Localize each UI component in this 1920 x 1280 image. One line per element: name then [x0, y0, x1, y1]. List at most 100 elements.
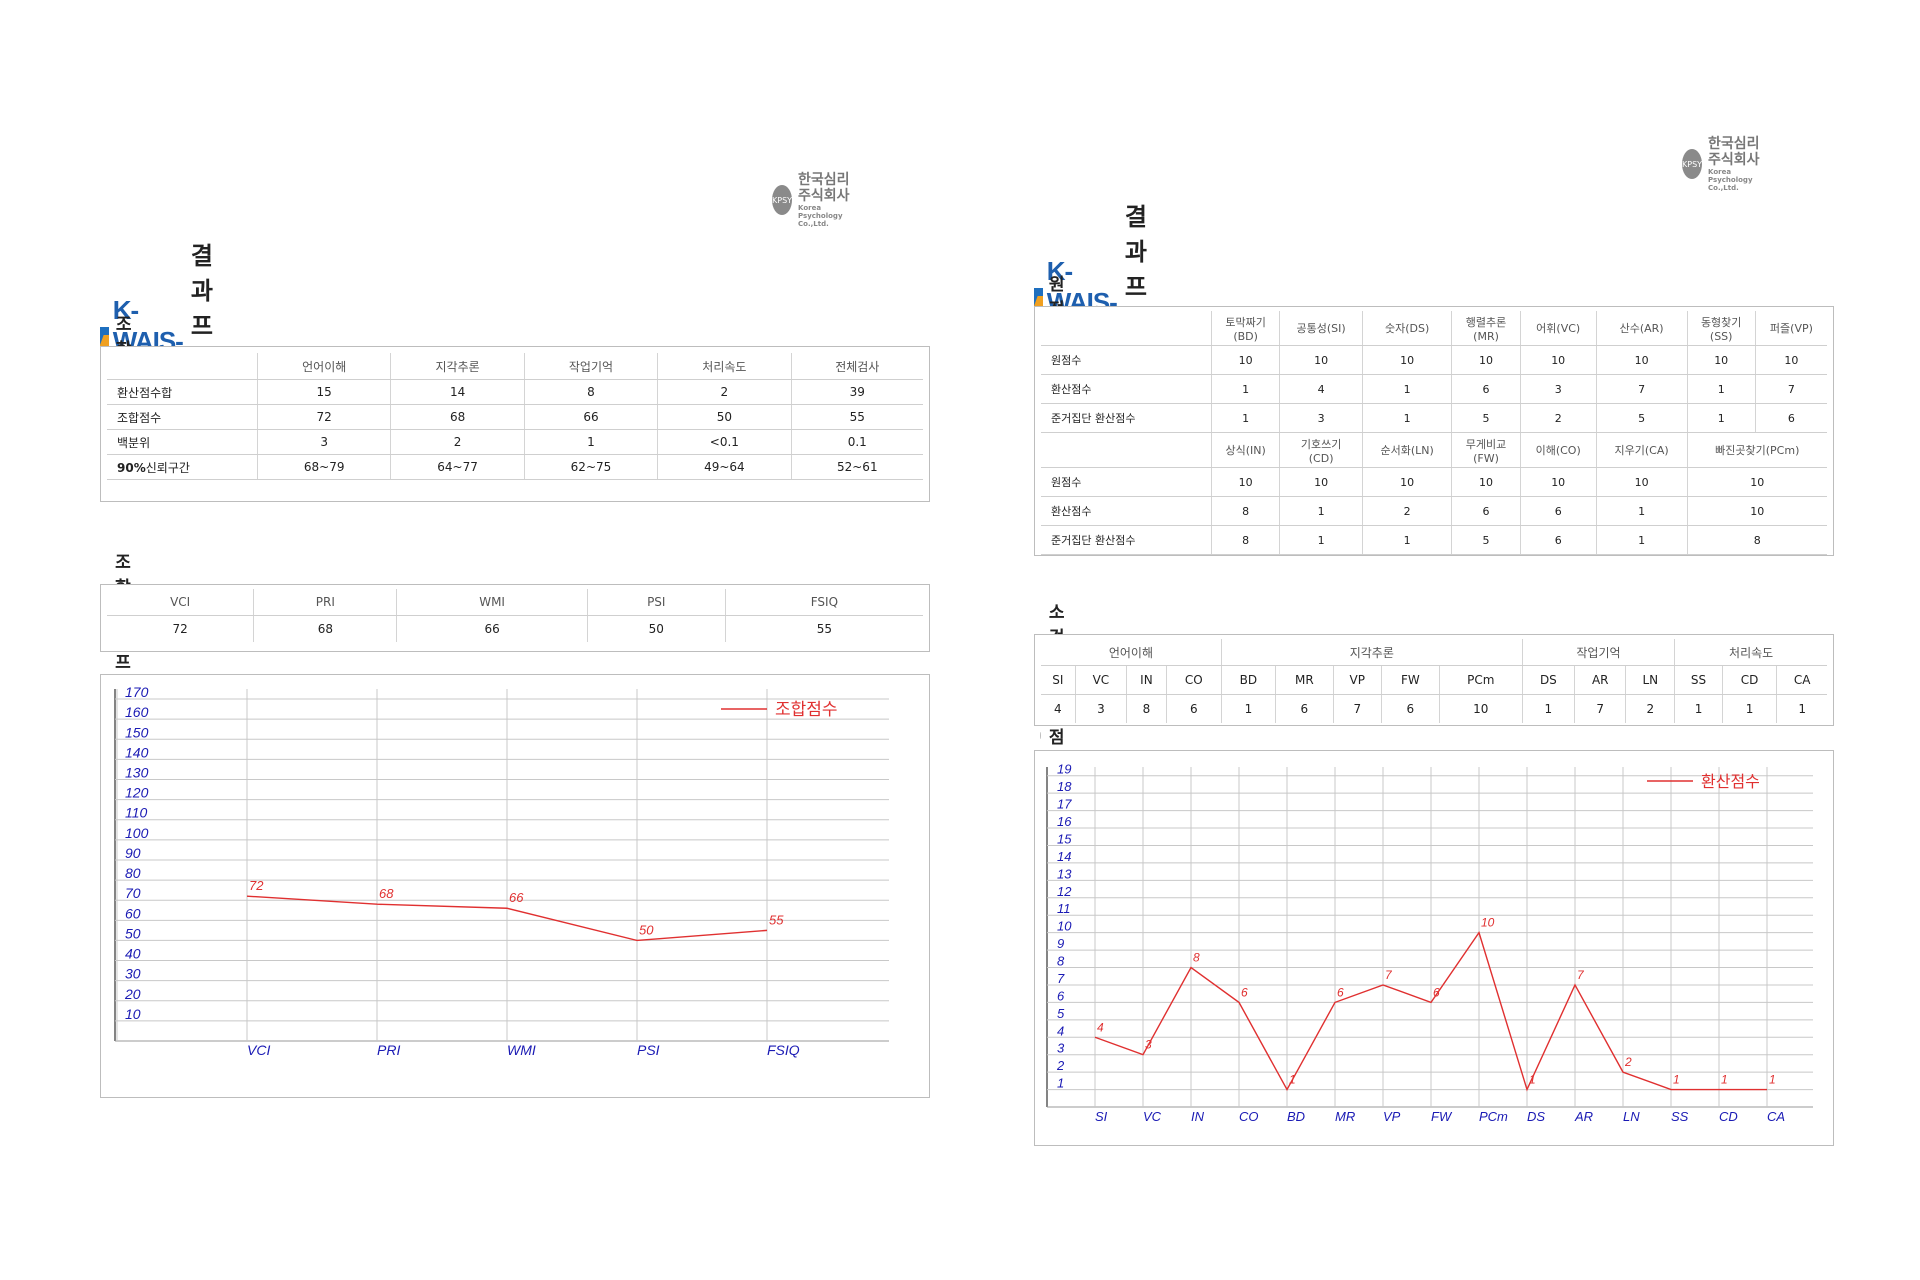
table-cell: 55 — [724, 615, 923, 642]
x-tick-label: MR — [1335, 1109, 1355, 1124]
x-tick-label: FW — [1431, 1109, 1453, 1124]
table-cell: 7 — [1595, 374, 1688, 404]
y-tick-label: 150 — [125, 724, 149, 740]
company-logo-icon: KPSY — [1682, 149, 1703, 180]
group-header: 언어이해 — [1041, 639, 1222, 666]
table-cell: 6 — [1519, 525, 1597, 555]
table-cell: 6 — [1754, 403, 1827, 433]
row-label: 백분위 — [107, 429, 258, 455]
y-tick-label: 19 — [1057, 762, 1071, 777]
table-cell: <0.1 — [657, 429, 792, 455]
table-cell: 49~64 — [657, 454, 792, 480]
table-cell: 50 — [586, 615, 726, 642]
y-tick-label: 160 — [125, 704, 149, 720]
y-tick-label: 10 — [125, 1006, 141, 1022]
table-cell: 0.1 — [790, 429, 923, 455]
data-label: 4 — [1097, 1020, 1104, 1034]
y-tick-label: 30 — [125, 966, 141, 982]
table-cell: 10 — [1595, 467, 1688, 497]
legend-label: 조합점수 — [775, 700, 838, 720]
composite-score-chart: 170 160 150 140 130 120 110 100 90 80 70 60 50 40 30 20… — [114, 684, 889, 1058]
column-header: 무게비교 (FW) — [1451, 432, 1521, 468]
table-cell: 1 — [1674, 694, 1723, 723]
column-header: 언어이해 — [256, 353, 391, 380]
data-label: 8 — [1193, 951, 1200, 965]
column-header: 기호쓰기 (CD) — [1279, 432, 1363, 468]
subtest-table: 언어이해 지각추론 작업기억 처리속도 SI VC IN CO BD MR VP FW PCm DS AR L… — [1041, 639, 1827, 723]
table-cell: 8 — [523, 379, 658, 405]
table-cell: 1 — [1220, 694, 1276, 723]
row-label-text: 신뢰구간 — [145, 460, 190, 475]
y-tick-label: 170 — [125, 684, 149, 700]
x-tick-label: CO — [1239, 1109, 1259, 1124]
data-label: 6 — [1337, 985, 1344, 999]
table-cell: 5 — [1451, 403, 1521, 433]
y-tick-label: 16 — [1057, 814, 1072, 829]
column-header: LN — [1625, 665, 1675, 695]
column-header: FW — [1380, 665, 1440, 695]
table-cell: 8 — [1210, 496, 1280, 526]
data-label: 1 — [1289, 1073, 1296, 1087]
column-header: 숫자(DS) — [1361, 311, 1452, 346]
table-cell: 10 — [1686, 496, 1827, 526]
table-cell: 3 — [1279, 403, 1363, 433]
table-cell: 1 — [1361, 525, 1452, 555]
table-cell: 62~75 — [523, 454, 658, 480]
table-cell: 8 — [1210, 525, 1280, 555]
table-cell: 64~77 — [390, 454, 525, 480]
column-header: 산수(AR) — [1595, 311, 1688, 346]
column-header: 상식(IN) — [1210, 432, 1280, 468]
column-header: 동형찾기 (SS) — [1686, 311, 1756, 346]
column-header: 행렬추론 (MR) — [1451, 311, 1521, 346]
composite-chart-box: 170 160 150 140 130 120 110 100 90 80 70 60 50 40 30 20… — [100, 674, 930, 1098]
subtest-score-chart: 19181716151413121110987654321SI VC IN CO BD M… — [1046, 762, 1813, 1124]
composite-profile-box: VCI PRI WMI PSI FSIQ 72 68 66 50 55 — [100, 584, 930, 652]
column-header: 지각추론 — [390, 353, 525, 380]
composite-table: 언어이해 지각추론 작업기억 처리속도 전체검사 환산점수합 15 14 8 2 39 조합점수 72 6… — [107, 353, 923, 480]
table-cell: 10 — [1279, 467, 1363, 497]
data-label: 1 — [1721, 1073, 1728, 1087]
table-cell: 1 — [1721, 694, 1777, 723]
table-corner-cell — [107, 353, 258, 380]
y-tick-label: 15 — [1057, 831, 1072, 846]
y-tick-label: 120 — [125, 785, 149, 801]
data-label: 10 — [1481, 916, 1495, 930]
table-cell: 10 — [1754, 345, 1827, 375]
y-tick-label: 2 — [1056, 1058, 1065, 1073]
table-cell: 2 — [1361, 496, 1452, 526]
column-header: PCm — [1438, 665, 1523, 695]
table-cell: 72 — [172, 622, 188, 636]
y-tick-label: 9 — [1057, 936, 1064, 951]
table-cell: 10 — [1686, 467, 1827, 497]
table-cell: 3 — [1074, 694, 1127, 723]
table-cell: 10 — [1279, 345, 1363, 375]
row-label: 원점수 — [1041, 345, 1212, 375]
table-cell: 2 — [390, 429, 525, 455]
y-tick-label: 1 — [1057, 1076, 1064, 1091]
y-tick-label: 60 — [125, 905, 141, 921]
data-label: 50 — [639, 922, 654, 937]
table-cell: 72 — [256, 404, 391, 430]
table-cell: 6 — [1451, 496, 1521, 526]
y-tick-label: 10 — [1057, 919, 1072, 934]
y-tick-label: 13 — [1057, 866, 1072, 881]
table-corner-cell — [1041, 432, 1212, 468]
x-tick-label: PRI — [377, 1042, 400, 1058]
column-header: CD — [1721, 665, 1777, 695]
composite-table-box: 언어이해 지각추론 작업기억 처리속도 전체검사 환산점수합 15 14 8 2 39 조합점수 72 6… — [100, 346, 930, 502]
table-cell: 1 — [1210, 403, 1280, 433]
table-cell: 66 — [523, 404, 658, 430]
table-cell: 68 — [253, 615, 397, 642]
data-label: 7 — [1577, 968, 1585, 982]
company-logo-right: KPSY 한국심리주식회사 Korea Psychology Co.,Ltd. — [1682, 136, 1762, 192]
row-label: 준거집단 환산점수 — [1041, 525, 1212, 555]
x-tick-label: LN — [1623, 1109, 1640, 1124]
company-name: 한국심리주식회사 — [1708, 136, 1760, 169]
x-tick-label: PSI — [637, 1042, 660, 1058]
column-header: SI — [1041, 665, 1076, 695]
table-cell: 1 — [1686, 403, 1756, 433]
column-header: DS — [1521, 665, 1575, 695]
row-label: 환산점수 — [1041, 496, 1212, 526]
row-label-bold: 90% — [117, 460, 146, 475]
table-cell: 68 — [390, 404, 525, 430]
